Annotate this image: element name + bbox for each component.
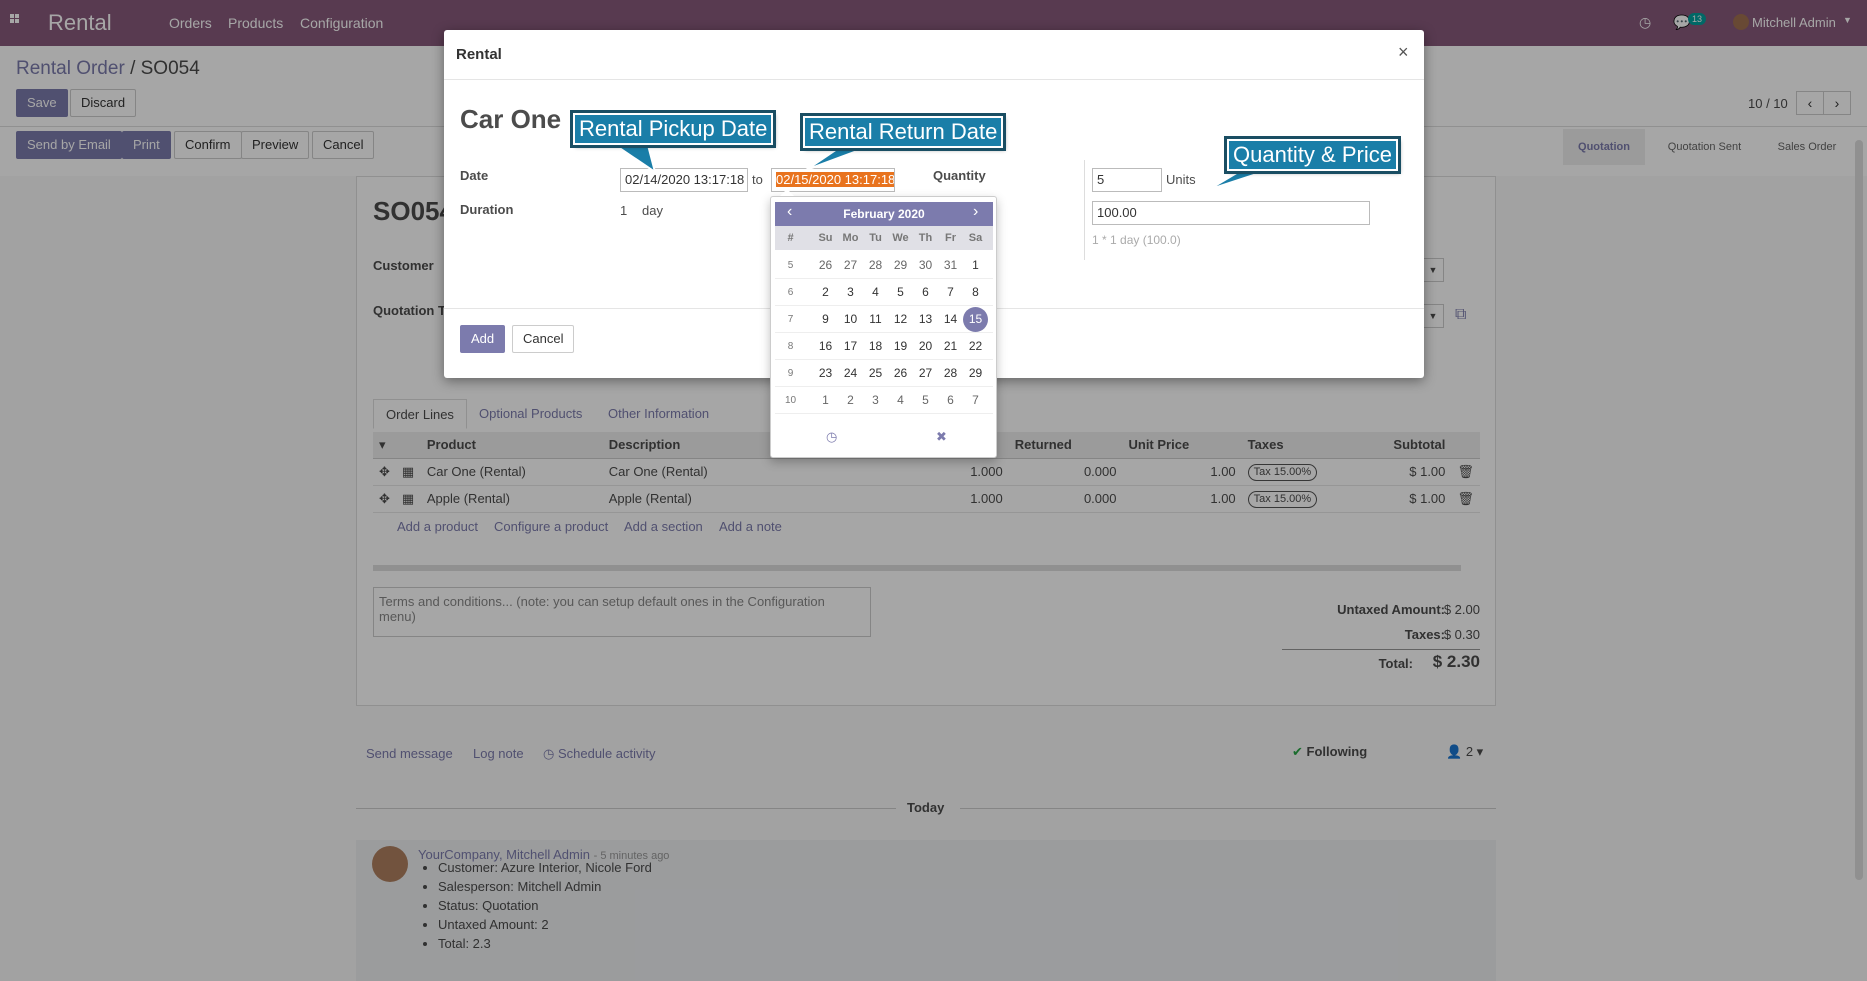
- callout-return-date: Rental Return Date: [799, 113, 1007, 151]
- return-callout-arrow: [805, 146, 869, 171]
- callout-quantity-price: Quantity & Price: [1224, 136, 1401, 174]
- qty-callout-arrow: [1207, 167, 1276, 191]
- callout-pickup-date: Rental Pickup Date: [569, 110, 777, 148]
- pickup-callout-arrow: [611, 144, 657, 175]
